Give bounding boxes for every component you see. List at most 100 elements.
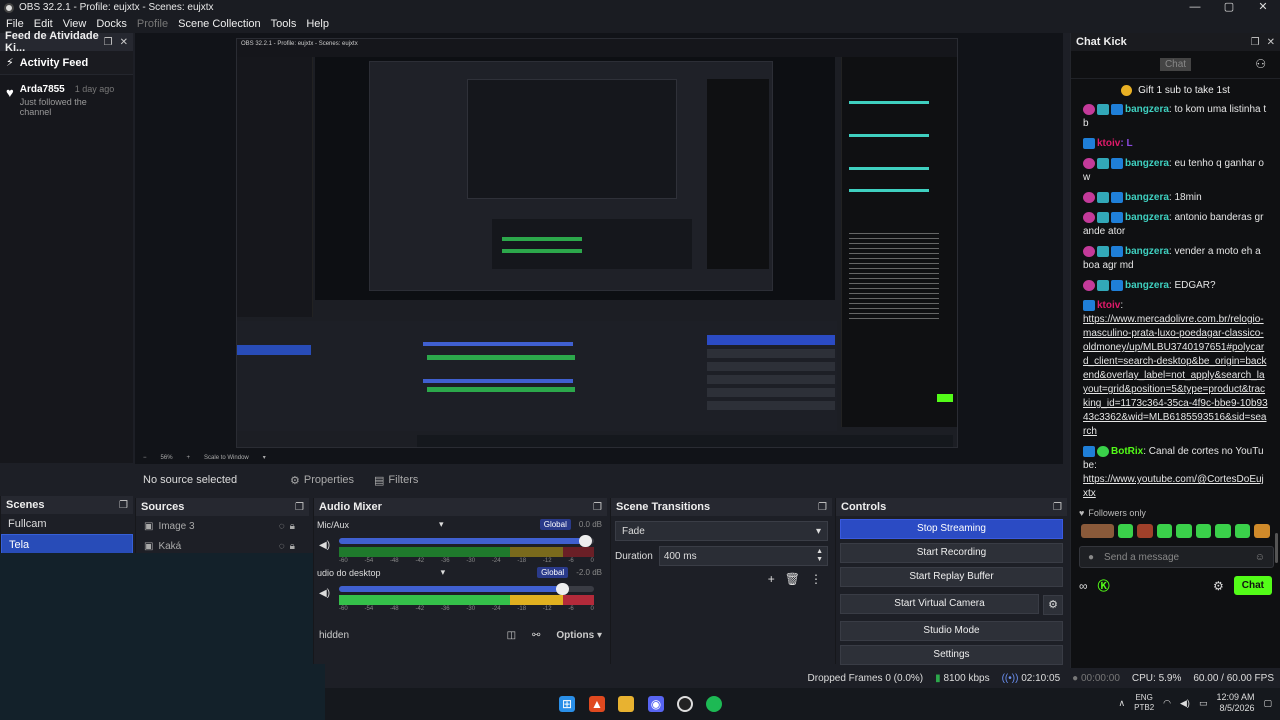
- points-icon[interactable]: ∞: [1079, 579, 1088, 593]
- emoji-icon[interactable]: ☺: [1255, 552, 1265, 563]
- minimize-button[interactable]: —: [1178, 0, 1212, 14]
- visibility-icon[interactable]: ◌: [279, 541, 285, 552]
- float-icon[interactable]: ❐: [104, 37, 113, 48]
- link-icon[interactable]: ⚯: [532, 630, 540, 641]
- options-button[interactable]: Options ▾: [556, 630, 602, 641]
- global-badge: Global: [539, 519, 571, 530]
- float-icon[interactable]: ❐: [1053, 502, 1062, 513]
- channel-menu-icon[interactable]: ▾: [441, 567, 446, 578]
- visibility-icon[interactable]: ◌: [279, 521, 285, 532]
- chevron-up-icon[interactable]: ∧: [1119, 698, 1126, 709]
- maximize-button[interactable]: ▢: [1212, 0, 1246, 14]
- scene-item-tela[interactable]: Tela: [1, 534, 133, 554]
- source-item[interactable]: ▣ Image 3 ◌ 🔒︎: [136, 516, 309, 536]
- float-icon[interactable]: ❐: [593, 502, 602, 513]
- chat-message: ktoiv: https://www.mercadolivre.com.br/r…: [1083, 299, 1268, 437]
- float-icon[interactable]: ❐: [1251, 37, 1260, 48]
- meter-scale: -60 -54 -48 -42 -36 -30 -24 -18 -12 -6 0: [339, 606, 594, 612]
- spotify-icon[interactable]: [706, 696, 722, 712]
- menu-docks[interactable]: Docks: [96, 18, 127, 30]
- lock-icon[interactable]: 🔒︎: [290, 521, 295, 532]
- duration-row: Duration 400 ms ▲ ▼: [615, 546, 828, 566]
- system-tray: ∧ ENG PTB2 ◠ ◀) ▭ 12:09 AM 8/5/2026 ▢: [1119, 692, 1272, 714]
- notification-icon[interactable]: ▢: [1263, 698, 1272, 709]
- chat-message: BotRix: Canal de cortes no YouTube: http…: [1083, 445, 1264, 499]
- fps: 60.00 / 60.00 FPS: [1193, 672, 1274, 684]
- clock[interactable]: 12:09 AM 8/5/2026: [1216, 692, 1254, 714]
- chat-tab[interactable]: Chat: [1159, 58, 1192, 71]
- filters-button[interactable]: ▤ Filters: [364, 474, 428, 487]
- brave-icon[interactable]: ▲: [589, 696, 605, 712]
- speaker-icon[interactable]: ◀): [319, 588, 330, 599]
- battery-icon[interactable]: ▭: [1199, 698, 1208, 709]
- menu-edit[interactable]: Edit: [34, 18, 53, 30]
- chat-scrollbar[interactable]: [1275, 533, 1278, 563]
- transition-select[interactable]: Fade ▾: [615, 521, 828, 541]
- float-icon[interactable]: ❐: [818, 502, 827, 513]
- obs-icon[interactable]: [677, 696, 693, 712]
- volume-slider[interactable]: [339, 583, 594, 595]
- speaker-icon[interactable]: ◀): [319, 540, 330, 551]
- volume-slider[interactable]: [339, 535, 594, 547]
- close-icon[interactable]: ✕: [120, 37, 128, 48]
- menu-bar: File Edit View Docks Profile Scene Colle…: [0, 15, 1280, 33]
- properties-button[interactable]: ⚙ Properties: [280, 474, 364, 487]
- scale-mode-select[interactable]: Scale to Window: [204, 455, 249, 461]
- chat-message: bangzera: vender a moto eh a boa agr md: [1083, 245, 1261, 271]
- close-icon[interactable]: ✕: [1267, 37, 1275, 48]
- scene-item-fullcam[interactable]: Fullcam: [1, 514, 133, 534]
- channel-menu-icon[interactable]: ▾: [439, 519, 444, 530]
- preview-zoom-bar: − 56% + Scale to Window ▾: [135, 452, 1063, 463]
- zoom-in-button[interactable]: +: [187, 455, 191, 461]
- speaker-icon[interactable]: ◀): [1180, 698, 1190, 709]
- discord-icon[interactable]: ◉: [648, 696, 664, 712]
- gear-icon[interactable]: ⚙: [1043, 594, 1063, 615]
- zoom-out-button[interactable]: −: [143, 455, 147, 461]
- float-icon[interactable]: ❐: [119, 500, 128, 511]
- preview-canvas[interactable]: OBS 32.2.1 - Profile: eujxtx - Scenes: e…: [135, 33, 1063, 464]
- stream-time: 02:10:05: [1021, 672, 1061, 684]
- studio-mode-button[interactable]: Studio Mode: [840, 621, 1063, 641]
- add-icon[interactable]: +: [768, 572, 775, 586]
- menu-profile[interactable]: Profile: [137, 18, 168, 30]
- file-explorer-icon[interactable]: [618, 696, 634, 712]
- send-chat-button[interactable]: Chat: [1233, 576, 1272, 595]
- layout-icon[interactable]: ◫: [507, 630, 516, 641]
- settings-button[interactable]: Settings: [840, 645, 1063, 665]
- start-virtual-camera-button[interactable]: Start Virtual Camera: [840, 594, 1039, 614]
- sources-header: Sources ❐: [136, 498, 309, 516]
- wifi-icon[interactable]: ◠: [1163, 698, 1171, 709]
- menu-file[interactable]: File: [6, 18, 24, 30]
- pinned-message[interactable]: Gift 1 sub to take 1st: [1085, 85, 1266, 96]
- trash-icon[interactable]: 🗑︎: [785, 572, 800, 586]
- start-replay-buffer-button[interactable]: Start Replay Buffer: [840, 567, 1063, 587]
- channel-name: udio do desktop: [317, 567, 381, 578]
- start-recording-button[interactable]: Start Recording: [840, 543, 1063, 563]
- emote-icon: [1176, 524, 1192, 538]
- chat-link[interactable]: https://www.youtube.com/@CortesDoEujxtx: [1083, 474, 1264, 499]
- emote-bar[interactable]: [1071, 522, 1280, 540]
- close-button[interactable]: ✕: [1246, 0, 1280, 14]
- menu-scene-collection[interactable]: Scene Collection: [178, 18, 261, 30]
- float-icon[interactable]: ❐: [295, 502, 304, 513]
- windows-start-icon[interactable]: ⊞: [559, 696, 575, 712]
- more-icon[interactable]: ⋮: [810, 572, 822, 586]
- menu-help[interactable]: Help: [306, 18, 329, 30]
- chat-link[interactable]: https://www.mercadolivre.com.br/relogio-…: [1083, 314, 1268, 437]
- chat-input[interactable]: ● Send a message ☺: [1079, 546, 1274, 568]
- users-icon[interactable]: ⚇: [1255, 57, 1266, 71]
- status-bar: Dropped Frames 0 (0.0%) ▮ 8100 kbps ((•)…: [325, 668, 1280, 688]
- kick-logo-icon[interactable]: Ⓚ: [1098, 577, 1110, 594]
- gear-icon[interactable]: ⚙: [1213, 579, 1224, 593]
- taskbar: ⊞ ▲ ◉ ∧ ENG PTB2 ◠ ◀) ▭ 12:09 AM 8/5/2026 …: [325, 688, 1280, 720]
- chat-input-placeholder: Send a message: [1104, 551, 1180, 563]
- chevron-down-icon[interactable]: ▾: [263, 454, 266, 461]
- stop-streaming-button[interactable]: Stop Streaming: [840, 519, 1063, 539]
- duration-input[interactable]: 400 ms ▲ ▼: [658, 546, 828, 566]
- menu-tools[interactable]: Tools: [271, 18, 297, 30]
- chevron-down-icon: ▾: [815, 525, 821, 537]
- menu-view[interactable]: View: [63, 18, 87, 30]
- lock-icon[interactable]: 🔒︎: [290, 541, 295, 552]
- window-title: OBS 32.2.1 - Profile: eujxtx - Scenes: e…: [19, 2, 214, 13]
- language-indicator[interactable]: ENG PTB2: [1134, 693, 1154, 713]
